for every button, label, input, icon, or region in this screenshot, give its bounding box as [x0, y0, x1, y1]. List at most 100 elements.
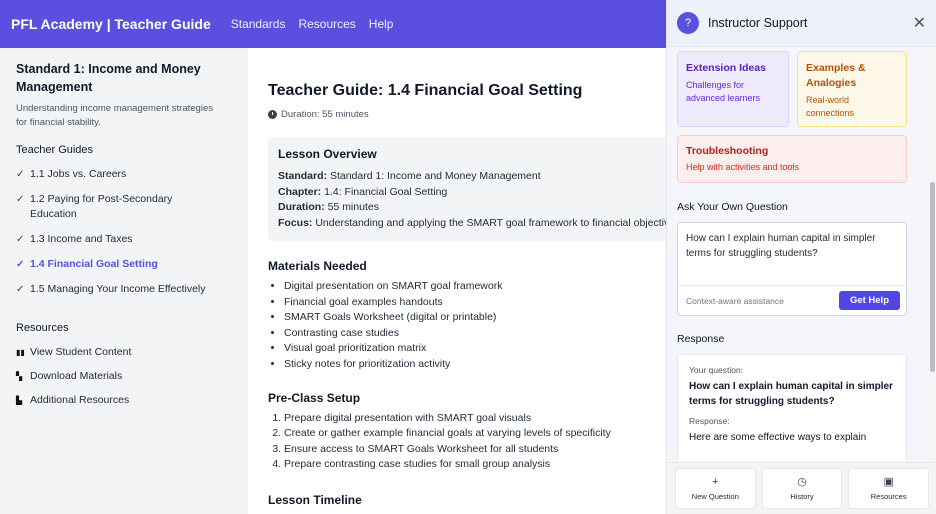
response-question: How can I explain human capital in simpl…: [689, 381, 893, 407]
list-item: Financial goal examples handouts: [284, 295, 648, 311]
timeline-heading: Lesson Timeline: [268, 492, 362, 507]
support-cards: Extension Ideas Challenges for advanced …: [677, 51, 929, 127]
extension-ideas-card[interactable]: Extension Ideas Challenges for advanced …: [677, 51, 789, 127]
button-label: New Question: [691, 492, 739, 501]
question-box: How can I explain human capital in simpl…: [677, 222, 907, 316]
standard-title: Standard 1: Income and Money Management: [16, 62, 201, 94]
check-icon: ✓: [16, 234, 25, 245]
help-circle-icon: ?: [677, 12, 699, 34]
check-icon: ✓: [16, 169, 25, 180]
image-icon: ▣: [883, 476, 894, 488]
sidebar-item-additional-resources[interactable]: ▙ Additional Resources: [16, 388, 216, 412]
check-icon: ✓: [16, 194, 25, 205]
question-textarea[interactable]: How can I explain human capital in simpl…: [678, 223, 906, 286]
check-icon: ✓: [16, 259, 25, 270]
sidebar-item-label: Additional Resources: [30, 394, 130, 406]
list-item: Prepare contrasting case studies for sma…: [284, 457, 648, 473]
materials-heading: Materials Needed: [268, 259, 367, 273]
sidebar-item-guide-1-3[interactable]: ✓ 1.3 Income and Taxes: [16, 227, 216, 252]
plus-icon: +: [712, 476, 719, 488]
sidebar-item-label: Download Materials: [30, 370, 123, 382]
nav-link-standards[interactable]: Standards: [231, 17, 286, 31]
list-item: Contrasting case studies: [284, 326, 648, 342]
overview-row-chapter: Chapter: 1.4: Financial Goal Setting: [278, 185, 448, 198]
panel-footer: + New Question ◷ History ▣ Resources: [667, 462, 936, 514]
overview-row-focus: Focus: Understanding and applying the SM…: [278, 216, 668, 229]
scrollbar-thumb[interactable]: [930, 182, 935, 372]
card-desc: Help with activities and tools: [686, 162, 800, 172]
teacher-guides-heading: Teacher Guides: [16, 144, 94, 156]
sidebar-item-guide-1-5[interactable]: ✓ 1.5 Managing Your Income Effectively: [16, 277, 216, 302]
copy-icon: ▚: [16, 371, 23, 381]
card-title: Extension Ideas: [686, 62, 766, 74]
lesson-overview: Lesson Overview Standard: Standard 1: In…: [268, 137, 668, 241]
nav-link-help[interactable]: Help: [369, 17, 394, 31]
top-navbar: PFL Academy | Teacher Guide Standards Re…: [0, 0, 668, 48]
question-footer: Context-aware assistance Get Help: [678, 286, 906, 315]
context-note: Context-aware assistance: [686, 295, 784, 306]
overview-row-standard: Standard: Standard 1: Income and Money M…: [278, 170, 541, 182]
materials-list: Digital presentation on SMART goal frame…: [268, 279, 648, 373]
card-desc: Challenges for advanced learners: [686, 80, 761, 103]
list-item: SMART Goals Worksheet (digital or printa…: [284, 310, 648, 326]
button-label: Resources: [870, 492, 907, 501]
check-icon: ✓: [16, 284, 25, 295]
sidebar-item-label: 1.2 Paying for Post-Secondary Education: [30, 193, 173, 220]
get-help-button[interactable]: Get Help: [838, 291, 900, 310]
list-item: Visual goal prioritization matrix: [284, 341, 648, 357]
response-box: Your question: How can I explain human c…: [677, 354, 907, 462]
sidebar: Standard 1: Income and Money Management …: [0, 48, 232, 514]
troubleshooting-card[interactable]: Troubleshooting Help with activities and…: [677, 135, 907, 183]
preclass-heading: Pre-Class Setup: [268, 390, 361, 405]
preclass-list: Prepare digital presentation with SMART …: [268, 411, 648, 473]
response-heading: Response: [677, 333, 725, 345]
sidebar-item-guide-1-2[interactable]: ✓ 1.2 Paying for Post-Secondary Education: [16, 187, 216, 227]
examples-analogies-card[interactable]: Examples & Analogies Real-world connecti…: [797, 51, 907, 127]
sidebar-item-label: 1.4 Financial Goal Setting: [30, 258, 158, 270]
ask-question-heading: Ask Your Own Question: [677, 201, 788, 213]
clock-icon: [268, 110, 277, 119]
response-answer: Here are some effective ways to explain: [689, 432, 867, 443]
panel-header: ? Instructor Support ✕: [667, 0, 936, 47]
clock-icon: ◷: [797, 476, 807, 488]
sidebar-item-guide-1-1[interactable]: ✓ 1.1 Jobs vs. Careers: [16, 162, 216, 187]
document-icon: ▙: [16, 395, 23, 405]
list-item: Create or gather example financial goals…: [284, 426, 648, 442]
main-content: Teacher Guide: 1.4 Financial Goal Settin…: [248, 48, 668, 514]
close-icon[interactable]: ✕: [913, 13, 926, 33]
sidebar-item-view-student-content[interactable]: ▮▮ View Student Content: [16, 340, 216, 364]
list-item: Prepare digital presentation with SMART …: [284, 411, 648, 427]
sidebar-item-guide-1-4[interactable]: ✓ 1.4 Financial Goal Setting: [16, 252, 216, 277]
overview-row-duration: Duration: 55 minutes: [278, 201, 379, 213]
list-item: Ensure access to SMART Goals Worksheet f…: [284, 442, 648, 458]
standard-description: Understanding income management strategi…: [16, 103, 213, 128]
panel-body: Extension Ideas Challenges for advanced …: [667, 48, 929, 462]
resources-heading: Resources: [16, 322, 69, 334]
list-item: Sticky notes for prioritization activity: [284, 357, 648, 373]
panel-title: Instructor Support: [708, 16, 808, 30]
sidebar-item-label: 1.3 Income and Taxes: [30, 233, 133, 245]
sidebar-item-label: View Student Content: [30, 346, 132, 358]
brand-title[interactable]: PFL Academy | Teacher Guide: [11, 16, 211, 32]
card-desc: Real-world connections: [806, 95, 855, 118]
card-title: Troubleshooting: [686, 145, 769, 157]
sidebar-item-label: 1.1 Jobs vs. Careers: [30, 168, 127, 180]
instructor-support-panel: ? Instructor Support ✕ Extension Ideas C…: [666, 0, 936, 514]
overview-heading: Lesson Overview: [278, 147, 377, 161]
your-question-label: Your question:: [689, 365, 744, 375]
duration-text: Duration: 55 minutes: [281, 109, 369, 120]
book-icon: ▮▮: [16, 347, 25, 357]
response-label: Response:: [689, 416, 730, 426]
duration-line: Duration: 55 minutes: [268, 109, 648, 120]
history-button[interactable]: ◷ History: [761, 468, 843, 509]
list-item: Digital presentation on SMART goal frame…: [284, 279, 648, 295]
sidebar-item-label: 1.5 Managing Your Income Effectively: [30, 283, 206, 295]
panel-scrollbar[interactable]: [929, 48, 936, 462]
button-label: History: [790, 492, 814, 501]
new-question-button[interactable]: + New Question: [675, 468, 756, 509]
page-title: Teacher Guide: 1.4 Financial Goal Settin…: [268, 82, 583, 99]
sidebar-item-download-materials[interactable]: ▚ Download Materials: [16, 364, 216, 388]
nav-link-resources[interactable]: Resources: [298, 17, 355, 31]
card-title: Examples & Analogies: [806, 62, 866, 89]
resources-button[interactable]: ▣ Resources: [848, 468, 930, 509]
